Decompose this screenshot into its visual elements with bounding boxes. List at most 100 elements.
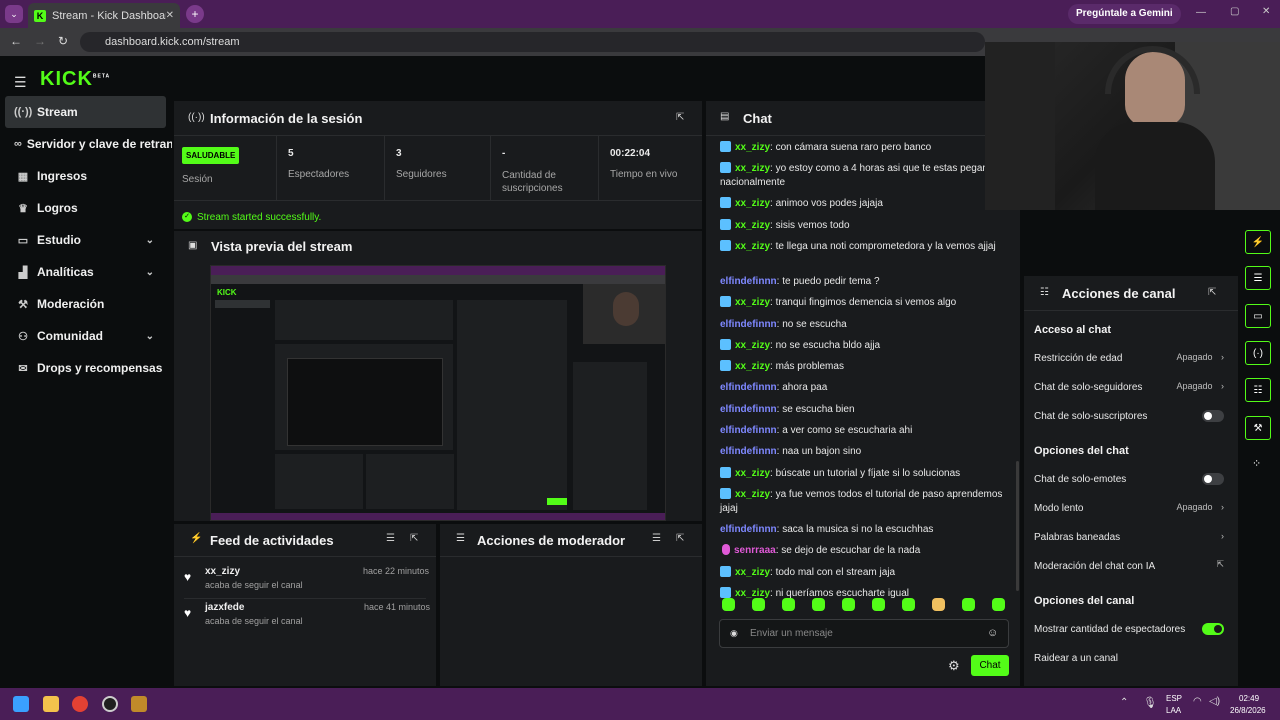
wifi-icon[interactable]: ◠	[1193, 696, 1202, 707]
tab-search-icon[interactable]: ⌄	[5, 5, 23, 23]
emoji-icon[interactable]: ☺	[987, 627, 998, 639]
rail-bolt-button[interactable]: ⚡	[1245, 230, 1271, 254]
app-shield-icon[interactable]	[131, 696, 147, 712]
microphone-icon[interactable]: 🎙	[1143, 696, 1157, 709]
maximize-icon[interactable]: ▢	[1230, 6, 1239, 17]
broadcast-icon: ((·))	[188, 112, 205, 123]
chat-username[interactable]: xx_zizy	[735, 567, 770, 578]
emote-icon[interactable]	[992, 598, 1005, 611]
emote-icon[interactable]	[902, 598, 915, 611]
rail-settings-button[interactable]: ☷	[1245, 378, 1271, 402]
ask-gemini-button[interactable]: Pregúntale a Gemini	[1068, 4, 1181, 24]
shield-icon: ◉	[730, 628, 738, 638]
badge-icon	[720, 338, 731, 350]
windows-start-icon[interactable]	[13, 696, 29, 712]
chat-username[interactable]: elfindefinnn	[720, 404, 777, 415]
reload-icon[interactable]: ↻	[58, 34, 68, 48]
close-tab-icon[interactable]: ✕	[166, 10, 174, 21]
chat-scrollbar[interactable]	[1016, 461, 1019, 591]
sidebar-item-stream[interactable]: ((·)) Stream	[5, 96, 166, 128]
chat-username[interactable]: xx_zizy	[735, 142, 770, 153]
sidebar-item-server-key[interactable]: ∞Servidor y clave de retransmisión	[0, 128, 172, 160]
emote-icon[interactable]	[962, 598, 975, 611]
emote-icon[interactable]	[752, 598, 765, 611]
show-hidden-icons[interactable]: ⌃	[1120, 697, 1128, 708]
chat-username[interactable]: xx_zizy	[735, 340, 770, 351]
sidebar-item-drops[interactable]: ✉ Drops y recompensas	[0, 352, 172, 384]
chat-text: animoo vos podes jajaja	[775, 198, 883, 210]
menu-icon[interactable]: ☰	[14, 74, 27, 91]
sidebar-item-moderation[interactable]: ⚒ Moderación	[0, 288, 172, 320]
chat-username[interactable]: xx_zizy	[735, 163, 770, 174]
raid-channel-row[interactable]: Raidear a un canal	[1034, 653, 1224, 664]
expand-icon[interactable]: ⇱	[410, 533, 418, 544]
chat-username[interactable]: elfindefinnn	[720, 382, 777, 393]
chat-username[interactable]: xx_zizy	[735, 241, 770, 252]
clock-time[interactable]: 02:49	[1239, 694, 1259, 703]
chat-username[interactable]: senrraaa	[734, 545, 776, 556]
address-field[interactable]: dashboard.kick.com/stream	[80, 32, 985, 52]
rail-chat-button[interactable]: ▭	[1245, 304, 1271, 328]
emote-icon[interactable]	[782, 598, 795, 611]
banned-words-row[interactable]: Palabras baneadas	[1034, 532, 1224, 543]
income-icon: ▦	[17, 170, 29, 183]
emote-icon[interactable]	[872, 598, 885, 611]
chat-username[interactable]: elfindefinnn	[720, 276, 777, 287]
chat-input[interactable]: ◉ Enviar un mensaje ☺	[719, 619, 1009, 648]
rail-wrench-button[interactable]: ⚒	[1245, 416, 1271, 440]
obs-icon[interactable]	[102, 696, 118, 712]
sidebar-item-income[interactable]: ▦ Ingresos	[0, 160, 172, 192]
browser-tab[interactable]: K Stream - Kick Dashboard ✕	[28, 3, 180, 28]
minimize-icon[interactable]: —	[1196, 7, 1206, 18]
expand-icon[interactable]: ⇱	[676, 533, 684, 544]
age-restriction-value[interactable]: Apagado ›	[1176, 352, 1224, 362]
chat-username[interactable]: xx_zizy	[735, 198, 770, 209]
slow-mode-value[interactable]: Apagado ›	[1176, 502, 1224, 512]
expand-icon[interactable]: ⇱	[1208, 287, 1216, 298]
kick-logo[interactable]: KICKBETA	[40, 68, 110, 91]
rail-dots-icon[interactable]: ⁘	[1252, 457, 1261, 470]
file-explorer-icon[interactable]	[43, 696, 59, 712]
forward-icon[interactable]: →	[34, 34, 46, 48]
chevron-right-icon[interactable]: ›	[1221, 531, 1224, 541]
chat-username[interactable]: xx_zizy	[735, 468, 770, 479]
emotes-only-toggle[interactable]	[1202, 473, 1224, 485]
language-indicator[interactable]: ESP	[1166, 694, 1182, 703]
chat-title: Chat	[743, 111, 772, 126]
sidebar-item-studio[interactable]: ▭ Estudio ⌄	[0, 224, 172, 256]
chat-username[interactable]: elfindefinnn	[720, 425, 777, 436]
emote-icon[interactable]	[722, 598, 735, 611]
ai-moderation-row[interactable]: Moderación del chat con IA	[1034, 561, 1224, 572]
chat-settings-icon[interactable]: ⚙	[948, 658, 960, 674]
rail-list-button[interactable]: ☰	[1245, 266, 1271, 290]
rail-broadcast-button[interactable]: (·)	[1245, 341, 1271, 365]
sidebar-item-analytics[interactable]: ▟ Analíticas ⌄	[0, 256, 172, 288]
send-chat-button[interactable]: Chat	[971, 655, 1009, 676]
chat-username[interactable]: elfindefinnn	[720, 446, 777, 457]
filter-icon[interactable]: ☰	[386, 533, 395, 544]
chat-username[interactable]: xx_zizy	[735, 489, 770, 500]
chat-username[interactable]: xx_zizy	[735, 361, 770, 372]
new-tab-icon[interactable]: +	[186, 5, 204, 23]
followers-only-value[interactable]: Apagado ›	[1176, 381, 1224, 391]
sidebar-item-achievements[interactable]: ♛ Logros	[0, 192, 172, 224]
back-icon[interactable]: ←	[10, 34, 22, 48]
chat-username[interactable]: xx_zizy	[735, 297, 770, 308]
emote-icon[interactable]	[932, 598, 945, 611]
volume-icon[interactable]: ◁)	[1209, 696, 1220, 707]
channel-actions-title: Acciones de canal	[1062, 286, 1176, 301]
close-window-icon[interactable]: ✕	[1262, 6, 1270, 17]
show-viewers-toggle[interactable]	[1202, 623, 1224, 635]
chat-username[interactable]: elfindefinnn	[720, 319, 777, 330]
emote-icon[interactable]	[812, 598, 825, 611]
chat-username[interactable]: elfindefinnn	[720, 524, 777, 535]
sidebar-item-community[interactable]: ⚇ Comunidad ⌄	[0, 320, 172, 352]
external-link-icon[interactable]: ⇱	[1216, 559, 1224, 570]
expand-icon[interactable]: ⇱	[676, 112, 684, 123]
chat-username[interactable]: xx_zizy	[735, 220, 770, 231]
stream-preview-video[interactable]: KICK	[210, 265, 666, 521]
subs-only-toggle[interactable]	[1202, 410, 1224, 422]
filter-icon[interactable]: ☰	[652, 533, 661, 544]
emote-icon[interactable]	[842, 598, 855, 611]
chrome-icon[interactable]	[72, 696, 88, 712]
